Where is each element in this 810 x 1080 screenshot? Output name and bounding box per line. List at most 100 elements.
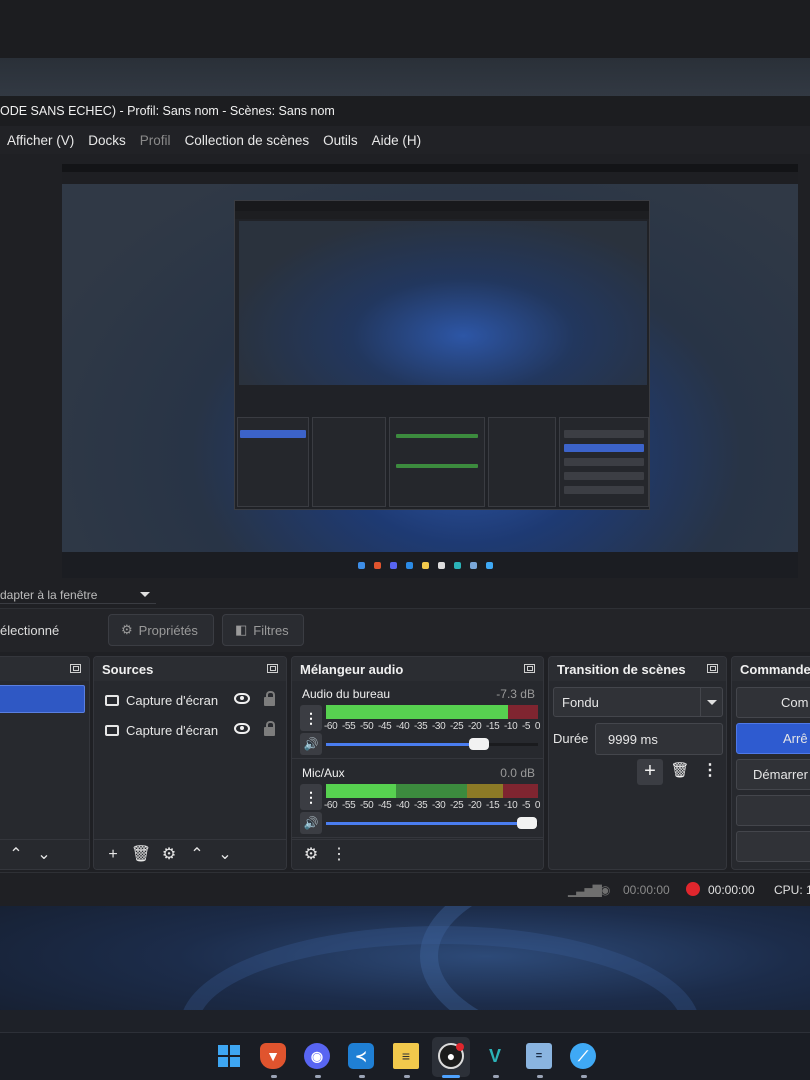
volume-slider[interactable] bbox=[326, 738, 538, 750]
tick-label: -5 bbox=[522, 721, 531, 732]
lock-icon[interactable] bbox=[264, 721, 275, 736]
scale-dropdown-value: dapter à la fenêtre bbox=[0, 588, 98, 602]
scale-bar: dapter à la fenêtre bbox=[0, 584, 810, 606]
volume-slider[interactable] bbox=[326, 817, 538, 829]
undock-icon[interactable] bbox=[524, 664, 535, 673]
eye-icon[interactable] bbox=[234, 723, 250, 734]
stop-recording-button[interactable]: Arrê bbox=[736, 723, 810, 754]
lock-icon[interactable] bbox=[264, 691, 275, 706]
scenes-dock-title bbox=[0, 657, 89, 681]
undock-icon[interactable] bbox=[707, 664, 718, 673]
tick-label: -60 bbox=[324, 721, 338, 732]
menu-afficher[interactable]: Afficher (V) bbox=[0, 133, 81, 148]
sources-dock-title: Sources bbox=[94, 657, 286, 681]
running-indicator bbox=[537, 1075, 543, 1078]
source-item[interactable]: Capture d'écran bbox=[94, 715, 286, 745]
signal-bars-icon: ▁▃▅▇ bbox=[568, 883, 602, 897]
advanced-audio-gear-icon[interactable]: ⚙ bbox=[300, 844, 322, 866]
windows-start-icon[interactable] bbox=[216, 1043, 242, 1069]
start-streaming-button[interactable]: Com bbox=[736, 687, 810, 718]
preview-vs-icon bbox=[454, 562, 461, 569]
meter-ticks: -60 -55 -50 -45 -40 -35 -30 -25 -20 -15 … bbox=[324, 800, 540, 811]
brave-icon[interactable]: ▼ bbox=[260, 1043, 286, 1069]
scene-item-selected[interactable] bbox=[0, 685, 85, 713]
chevron-up-icon[interactable]: ⌃ bbox=[186, 844, 208, 866]
gear-icon[interactable]: ⚙ bbox=[158, 844, 180, 866]
tick-label: -25 bbox=[450, 800, 464, 811]
menu-profil[interactable]: Profil bbox=[133, 133, 178, 148]
source-item[interactable]: Capture d'écran bbox=[94, 685, 286, 715]
start-streaming-label: Com bbox=[781, 695, 809, 710]
vscode-icon[interactable]: ≺ bbox=[348, 1043, 374, 1069]
tick-label: -45 bbox=[378, 721, 392, 732]
duration-field[interactable]: 9999 ms ▲ ▼ bbox=[595, 723, 723, 755]
menu-scene-collection[interactable]: Collection de scènes bbox=[178, 133, 317, 148]
menu-aide[interactable]: Aide (H) bbox=[365, 133, 429, 148]
tick-label: -15 bbox=[486, 721, 500, 732]
cpu-usage: CPU: 1 bbox=[774, 883, 810, 897]
preview-obs-icon bbox=[438, 562, 445, 569]
tick-label: -30 bbox=[432, 721, 446, 732]
chevron-down-icon[interactable]: ⌄ bbox=[33, 844, 55, 866]
filters-button[interactable]: ◧ Filtres bbox=[222, 614, 304, 646]
undock-icon[interactable] bbox=[70, 664, 81, 673]
settings-button[interactable] bbox=[736, 831, 810, 862]
studio-mode-button[interactable] bbox=[736, 795, 810, 826]
more-options-icon[interactable]: ⋮ bbox=[328, 844, 350, 866]
transition-dropdown-value: Fondu bbox=[562, 695, 599, 710]
discord-icon[interactable]: ◉ bbox=[304, 1043, 330, 1069]
nested-obs-capture bbox=[234, 200, 650, 510]
trash-icon[interactable]: 🗑 bbox=[130, 844, 152, 866]
tick-label: -20 bbox=[468, 721, 482, 732]
menu-docks[interactable]: Docks bbox=[81, 133, 133, 148]
add-icon[interactable]: + bbox=[102, 844, 124, 866]
visual-studio-icon[interactable]: V bbox=[482, 1043, 508, 1069]
channel-menu-button[interactable]: ⋮ bbox=[300, 784, 322, 810]
preview-canvas[interactable] bbox=[62, 164, 798, 578]
volume-slider-fill bbox=[326, 743, 479, 746]
record-icon bbox=[686, 882, 700, 896]
channel-name: Audio du bureau bbox=[302, 687, 391, 701]
browser-icon[interactable]: ⟋ bbox=[570, 1043, 596, 1069]
window-title: ODE SANS ECHEC) - Profil: Sans nom - Scè… bbox=[0, 104, 335, 118]
record-time: 00:00:00 bbox=[708, 883, 755, 897]
notepad-icon[interactable]: ≡ bbox=[393, 1043, 419, 1069]
tick-label: 0 bbox=[534, 721, 541, 732]
volume-slider-handle[interactable] bbox=[517, 817, 538, 829]
nested-meter-2 bbox=[396, 464, 478, 468]
chevron-up-icon[interactable]: ⌃ bbox=[5, 844, 27, 866]
nested-menu-bar bbox=[235, 211, 649, 219]
preview-area bbox=[0, 154, 810, 584]
source-item-label: Capture d'écran bbox=[126, 692, 219, 708]
tick-label: -55 bbox=[342, 800, 356, 811]
start-virtual-camera-button[interactable]: Démarrer bbox=[736, 759, 810, 790]
chevron-down-icon[interactable]: ⌄ bbox=[214, 844, 236, 866]
channel-menu-button[interactable]: ⋮ bbox=[300, 705, 322, 731]
add-transition-button[interactable]: + bbox=[637, 759, 663, 785]
chevron-down-icon[interactable] bbox=[140, 592, 150, 597]
speaker-icon[interactable]: 🔊 bbox=[300, 812, 322, 834]
calculator-icon[interactable]: = bbox=[526, 1043, 552, 1069]
volume-meter bbox=[326, 705, 538, 719]
no-source-selected-label: électionné bbox=[0, 623, 60, 638]
scale-dropdown[interactable]: dapter à la fenêtre bbox=[0, 586, 156, 604]
tick-label: -5 bbox=[522, 800, 531, 811]
running-indicator bbox=[359, 1075, 365, 1078]
duration-label: Durée bbox=[553, 731, 589, 746]
more-options-icon[interactable]: ⋮ bbox=[697, 759, 723, 785]
preview-vscode-icon bbox=[406, 562, 413, 569]
nested-scenes-panel bbox=[237, 417, 309, 507]
nested-title-bar bbox=[235, 201, 649, 211]
trash-icon[interactable]: 🗑 bbox=[667, 759, 693, 785]
tick-label: -40 bbox=[396, 800, 410, 811]
undock-icon[interactable] bbox=[267, 664, 278, 673]
transition-dropdown[interactable]: Fondu bbox=[553, 687, 723, 717]
controls-title-label: Commande bbox=[740, 662, 810, 677]
speaker-icon[interactable]: 🔊 bbox=[300, 733, 322, 755]
properties-button[interactable]: ⚙ Propriétés bbox=[108, 614, 214, 646]
menu-outils[interactable]: Outils bbox=[316, 133, 365, 148]
chevron-down-icon bbox=[707, 700, 717, 705]
eye-icon[interactable] bbox=[234, 693, 250, 704]
volume-slider-handle[interactable] bbox=[468, 738, 489, 750]
tick-label: -35 bbox=[414, 800, 428, 811]
